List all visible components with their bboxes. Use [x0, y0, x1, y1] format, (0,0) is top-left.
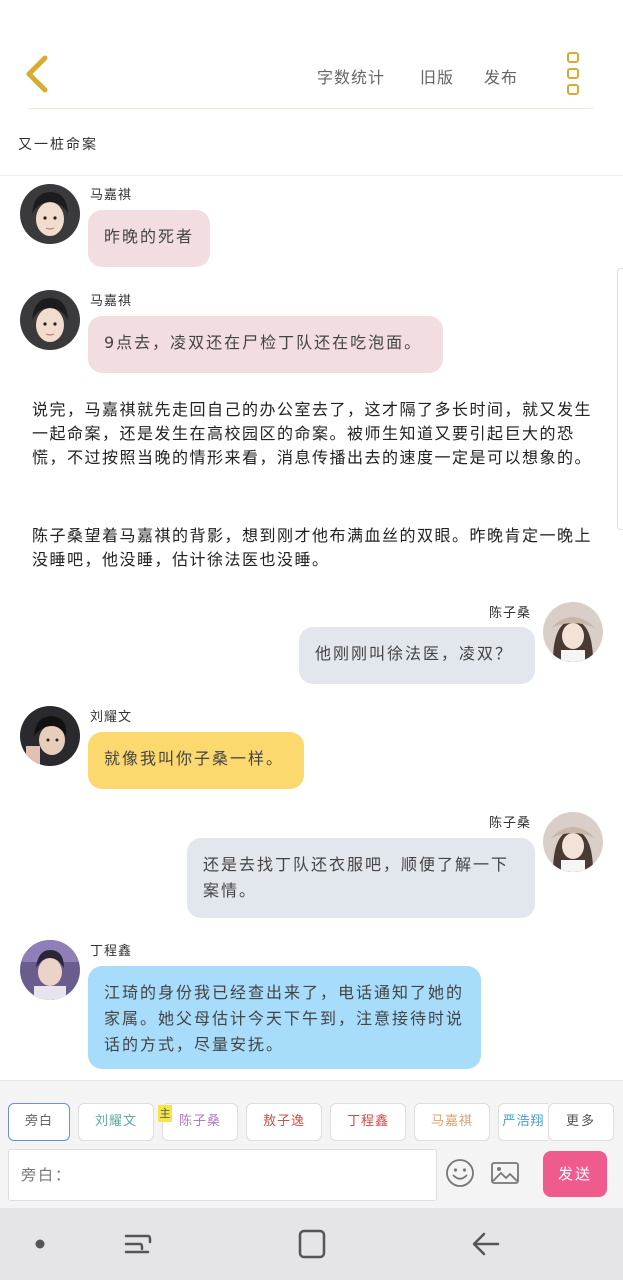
speaker-name: 丁程鑫 [90, 944, 133, 959]
avatar-boy-icon [20, 290, 80, 350]
chapter-title[interactable]: 又一桩命案 [18, 134, 98, 154]
chat-bubble[interactable]: 就像我叫你子桑一样。 [88, 732, 304, 789]
back-button[interactable] [20, 52, 60, 96]
host-badge: 主 [158, 1105, 172, 1122]
more-vertical-icon[interactable] [560, 50, 586, 98]
narration-text[interactable]: 陈子桑望着马嘉祺的背影，想到刚才他布满血丝的双眼。昨晚肯定一晚上没睡吧，他没睡，… [32, 524, 592, 572]
menu-dot [567, 52, 579, 63]
send-button[interactable]: 发送 [543, 1151, 607, 1197]
publish-button[interactable]: 发布 [484, 64, 518, 88]
character-tab-label: 陈子桑 [178, 1114, 221, 1129]
avatar[interactable] [20, 290, 80, 350]
chat-bubble[interactable]: 他刚刚叫徐法医，凌双？ [299, 627, 535, 684]
speaker-name: 陈子桑 [489, 816, 532, 831]
avatar[interactable] [543, 812, 603, 872]
avatar-boy-icon [20, 706, 80, 766]
chat-bubble[interactable]: 9点去，凌双还在尸检丁队还在吃泡面。 [88, 316, 443, 373]
chat-bubble[interactable]: 昨晚的死者 [88, 210, 210, 267]
more-characters-button[interactable]: 更多 [548, 1103, 614, 1141]
character-tab-label: 马嘉祺 [430, 1114, 473, 1129]
topbar-divider [28, 108, 593, 109]
home-button[interactable] [292, 1228, 332, 1260]
speaker-name: 陈子桑 [489, 606, 532, 621]
smiley-icon [446, 1159, 474, 1187]
system-back-button[interactable] [466, 1228, 506, 1260]
narration-text[interactable]: 说完，马嘉祺就先走回自己的办公室去了，这才隔了多长时间，就又发生一起命案，还是发… [32, 398, 592, 470]
character-tab-narrator[interactable]: 旁白 [8, 1103, 70, 1141]
section-divider [0, 175, 623, 176]
character-tab[interactable]: 敖子逸 [246, 1103, 322, 1141]
avatar-girl-icon [543, 602, 603, 662]
recent-apps-icon [124, 1234, 152, 1254]
speaker-name: 马嘉祺 [90, 294, 133, 309]
nav-dot-button[interactable] [20, 1228, 60, 1260]
avatar[interactable] [543, 602, 603, 662]
recent-apps-button[interactable] [118, 1228, 158, 1260]
image-icon [491, 1162, 519, 1184]
word-count-button[interactable]: 字数统计 [317, 64, 385, 88]
system-nav-bar [0, 1208, 623, 1280]
character-tab-label: 丁程鑫 [346, 1114, 389, 1129]
avatar-boy-icon [20, 940, 80, 1000]
character-tab[interactable]: 马嘉祺 [414, 1103, 490, 1141]
scrollbar[interactable] [617, 268, 623, 530]
arrow-left-icon [472, 1232, 500, 1256]
avatar-girl-icon [543, 812, 603, 872]
image-button[interactable] [490, 1157, 520, 1189]
dot-icon [35, 1239, 45, 1249]
chat-bubble[interactable]: 还是去找丁队还衣服吧，顺便了解一下案情。 [187, 838, 535, 918]
character-tab[interactable]: 丁程鑫 [330, 1103, 406, 1141]
avatar[interactable] [20, 940, 80, 1000]
emoji-button[interactable] [444, 1157, 476, 1189]
character-tab[interactable]: 刘耀文 [78, 1103, 154, 1141]
compose-panel: 旁白 刘耀文 陈子桑 主 敖子逸 丁程鑫 马嘉祺 严浩翔 更多 发送 [0, 1080, 623, 1208]
top-bar: 字数统计 旧版 发布 [0, 0, 623, 112]
menu-dot [567, 68, 579, 79]
chat-bubble[interactable]: 江琦的身份我已经查出来了，电话通知了她的家属。她父母估计今天下午到，注意接待时说… [88, 966, 481, 1069]
home-square-icon [298, 1229, 326, 1259]
avatar[interactable] [20, 184, 80, 244]
character-tab-label: 严浩翔 [502, 1114, 545, 1129]
message-input[interactable] [8, 1149, 437, 1201]
old-version-button[interactable]: 旧版 [420, 64, 454, 88]
character-tab-label: 敖子逸 [262, 1114, 305, 1129]
character-tab-label: 旁白 [24, 1114, 53, 1129]
avatar-boy-icon [20, 184, 80, 244]
character-tab[interactable]: 严浩翔 [498, 1103, 548, 1141]
speaker-name: 刘耀文 [90, 710, 133, 725]
avatar[interactable] [20, 706, 80, 766]
character-tab[interactable]: 陈子桑 [162, 1103, 238, 1141]
menu-dot [567, 84, 579, 95]
chevron-left-icon [26, 55, 48, 93]
character-tab-label: 刘耀文 [94, 1114, 137, 1129]
speaker-name: 马嘉祺 [90, 188, 133, 203]
